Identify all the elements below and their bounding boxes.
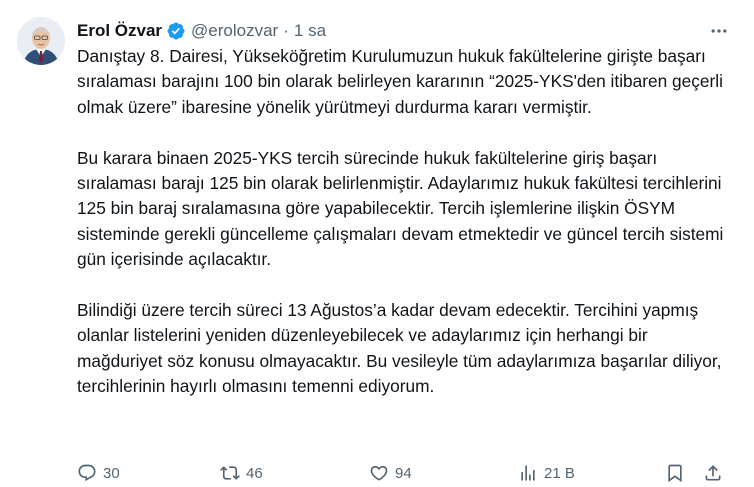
reply-button[interactable]: 30: [77, 460, 120, 486]
bookmark-button[interactable]: [665, 460, 685, 486]
reply-count: 30: [103, 464, 120, 482]
tweet[interactable]: Erol Özvar @erolozvar · 1 sa Danıştay 8.…: [0, 0, 754, 487]
post-time[interactable]: 1 sa: [294, 21, 326, 41]
user-handle[interactable]: @erolozvar: [191, 21, 278, 41]
tweet-paragraph: Danıştay 8. Dairesi, Yükseköğretim Kurul…: [77, 46, 723, 117]
views-button[interactable]: 21 B: [518, 460, 575, 486]
views-count: 21 B: [544, 464, 575, 482]
separator-dot: ·: [283, 21, 289, 40]
avatar-image: [17, 17, 65, 65]
display-name[interactable]: Erol Özvar: [77, 21, 162, 41]
verified-badge-icon: [166, 21, 186, 41]
tweet-text: Danıştay 8. Dairesi, Yükseköğretim Kurul…: [77, 44, 737, 400]
repost-icon: [220, 466, 240, 480]
reply-icon: [78, 464, 96, 482]
more-icon[interactable]: [708, 20, 730, 42]
heart-icon: [370, 465, 388, 481]
views-icon: [521, 465, 535, 481]
tweet-header: Erol Özvar @erolozvar · 1 sa: [77, 19, 326, 43]
tweet-paragraph: Bu karara binaen 2025-YKS tercih sürecin…: [77, 147, 724, 270]
repost-button[interactable]: 46: [220, 460, 263, 486]
tweet-paragraph: Bilindiği üzere tercih süreci 13 Ağustos…: [77, 300, 722, 397]
share-icon: [705, 465, 721, 481]
like-button[interactable]: 94: [369, 460, 412, 486]
avatar[interactable]: [17, 17, 65, 65]
like-count: 94: [395, 464, 412, 482]
share-button[interactable]: [703, 460, 723, 486]
action-bar: 30 46 94 21 B: [77, 460, 737, 486]
repost-count: 46: [246, 464, 263, 482]
bookmark-icon: [668, 464, 682, 483]
